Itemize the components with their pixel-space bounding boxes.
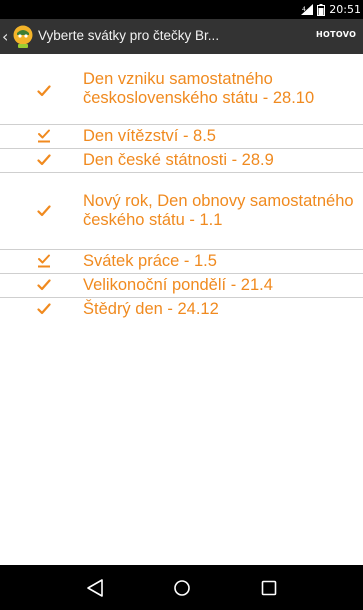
holiday-label: Den vzniku samostatného československého… — [83, 70, 315, 107]
holiday-list: Den vzniku samostatného československého… — [0, 54, 363, 321]
status-time: 20:51 — [329, 3, 361, 16]
list-item[interactable]: Den české státnosti - 28.9 — [0, 149, 363, 173]
checkmark-icon[interactable] — [37, 204, 51, 218]
holiday-label: Velikonoční pondělí - 21.4 — [83, 276, 273, 294]
holiday-label: Den české státnosti - 28.9 — [83, 151, 274, 169]
svg-text:4: 4 — [302, 6, 306, 13]
back-triangle-icon[interactable] — [82, 575, 108, 601]
checkbox-checked-icon[interactable] — [37, 254, 51, 268]
screen: 4 20:51 ‹ Vyberte svátky pro čtečky Br..… — [0, 0, 363, 610]
holiday-label: Svátek práce - 1.5 — [83, 252, 217, 270]
list-item[interactable]: Den vzniku samostatného československého… — [0, 54, 363, 125]
signal-icon: 4 — [301, 4, 314, 15]
holiday-label: Štědrý den - 24.12 — [83, 300, 219, 318]
checkmark-icon[interactable] — [37, 153, 51, 167]
navigation-bar — [0, 565, 363, 610]
checkmark-icon[interactable] — [37, 84, 51, 98]
status-bar: 4 20:51 — [0, 0, 363, 19]
checkmark-icon[interactable] — [37, 278, 51, 292]
action-bar: ‹ Vyberte svátky pro čtečky Br... HOTOVO — [0, 19, 363, 54]
app-logo-icon[interactable] — [10, 24, 36, 50]
battery-icon — [317, 3, 326, 16]
recents-square-icon[interactable] — [256, 575, 282, 601]
chevron-left-icon[interactable]: ‹ — [2, 27, 8, 46]
list-item[interactable]: Nový rok, Den obnovy samostatného českéh… — [0, 173, 363, 250]
list-item[interactable]: Štědrý den - 24.12 — [0, 298, 363, 321]
holiday-label: Nový rok, Den obnovy samostatného českéh… — [83, 192, 354, 229]
holiday-label: Den vítězství - 8.5 — [83, 127, 216, 145]
checkmark-icon[interactable] — [37, 302, 51, 316]
checkbox-checked-icon[interactable] — [37, 129, 51, 143]
list-item[interactable]: Svátek práce - 1.5 — [0, 250, 363, 274]
list-item[interactable]: Velikonoční pondělí - 21.4 — [0, 274, 363, 298]
status-icons: 4 20:51 — [301, 3, 361, 16]
home-circle-icon[interactable] — [169, 575, 195, 601]
list-item[interactable]: Den vítězství - 8.5 — [0, 125, 363, 149]
page-title: Vyberte svátky pro čtečky Br... — [38, 28, 220, 43]
done-button[interactable]: HOTOVO — [316, 30, 356, 39]
